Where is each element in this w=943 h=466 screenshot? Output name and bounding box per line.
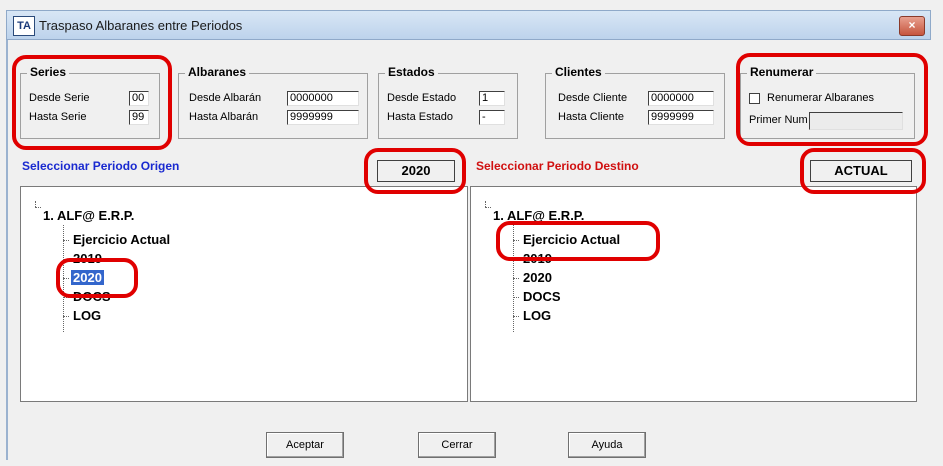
origen-tree-item-selected[interactable]: 2020 [71, 270, 104, 285]
tree-connector [513, 259, 519, 260]
clientes-group: Clientes Desde Cliente 0000000 Hasta Cli… [545, 65, 725, 139]
series-group-title: Series [27, 65, 70, 79]
tree-connector [63, 316, 69, 317]
clientes-group-title: Clientes [552, 65, 605, 79]
origen-tree-root[interactable]: 1. ALF@ E.R.P. [43, 208, 134, 223]
origen-tree-item[interactable]: LOG [73, 308, 101, 323]
hasta-cliente-label: Hasta Cliente [558, 111, 625, 123]
estados-group-title: Estados [385, 65, 438, 79]
origen-header: Seleccionar Periodo Origen [22, 159, 180, 173]
help-button[interactable]: Ayuda [568, 432, 646, 458]
tree-connector [63, 259, 69, 260]
tree-connector [485, 207, 491, 208]
desde-estado-field[interactable]: 1 [479, 91, 505, 106]
destino-tree-item[interactable]: LOG [523, 308, 551, 323]
desde-estado-label: Desde Estado [387, 92, 457, 104]
origen-period-box: 2020 [377, 160, 455, 182]
destino-period-box: ACTUAL [810, 160, 912, 182]
renumerar-group: Renumerar Renumerar Albaranes Primer Num [740, 65, 915, 139]
app-icon: TA [13, 16, 35, 36]
desde-albaran-field[interactable]: 0000000 [287, 91, 359, 106]
origen-tree-item[interactable]: 2019 [73, 251, 102, 266]
hasta-albaran-label: Hasta Albarán [189, 111, 259, 123]
tree-connector [63, 278, 69, 279]
primer-num-label: Primer Num [749, 114, 808, 126]
destino-tree-panel[interactable]: 1. ALF@ E.R.P. Ejercicio Actual 2019 202… [470, 186, 917, 402]
close-window-button[interactable]: × [899, 16, 925, 36]
tree-connector [513, 278, 519, 279]
accept-button[interactable]: Aceptar [266, 432, 344, 458]
destino-tree-item[interactable]: 2020 [523, 270, 552, 285]
tree-connector [513, 240, 519, 241]
origen-tree-item[interactable]: Ejercicio Actual [73, 232, 170, 247]
window-title: Traspaso Albaranes entre Periodos [39, 18, 243, 33]
desde-serie-field[interactable]: 00 [129, 91, 149, 106]
desde-cliente-field[interactable]: 0000000 [648, 91, 714, 106]
destino-tree-root[interactable]: 1. ALF@ E.R.P. [493, 208, 584, 223]
destino-tree-item[interactable]: 2019 [523, 251, 552, 266]
renumerar-checkbox[interactable] [749, 93, 760, 104]
primer-num-field[interactable] [809, 112, 903, 130]
title-bar[interactable]: TA Traspaso Albaranes entre Periodos × [6, 10, 931, 40]
series-group: Series Desde Serie 00 Hasta Serie 99 [20, 65, 160, 139]
tree-connector [63, 240, 69, 241]
destino-tree-item[interactable]: Ejercicio Actual [523, 232, 620, 247]
tree-connector [513, 297, 519, 298]
tree-connector [63, 297, 69, 298]
hasta-estado-label: Hasta Estado [387, 111, 454, 123]
desde-cliente-label: Desde Cliente [558, 92, 628, 104]
albaranes-group-title: Albaranes [185, 65, 250, 79]
desde-serie-label: Desde Serie [29, 92, 90, 104]
window-left-border [6, 40, 8, 460]
tree-connector [513, 316, 519, 317]
hasta-albaran-field[interactable]: 9999999 [287, 110, 359, 125]
estados-group: Estados Desde Estado 1 Hasta Estado - [378, 65, 518, 139]
origen-tree-item[interactable]: DOCS [73, 289, 111, 304]
tree-connector [35, 207, 41, 208]
origen-tree-panel[interactable]: 1. ALF@ E.R.P. Ejercicio Actual 2019 202… [20, 186, 468, 402]
renumerar-group-title: Renumerar [747, 65, 817, 79]
hasta-serie-field[interactable]: 99 [129, 110, 149, 125]
hasta-estado-field[interactable]: - [479, 110, 505, 125]
hasta-cliente-field[interactable]: 9999999 [648, 110, 714, 125]
hasta-serie-label: Hasta Serie [29, 111, 87, 123]
renumerar-checkbox-label: Renumerar Albaranes [767, 92, 875, 104]
destino-tree-item[interactable]: DOCS [523, 289, 561, 304]
desde-albaran-label: Desde Albarán [189, 92, 262, 104]
destino-header: Seleccionar Periodo Destino [476, 159, 639, 173]
albaranes-group: Albaranes Desde Albarán 0000000 Hasta Al… [178, 65, 368, 139]
close-button[interactable]: Cerrar [418, 432, 496, 458]
dialog-window: TA Traspaso Albaranes entre Periodos × S… [0, 0, 943, 466]
